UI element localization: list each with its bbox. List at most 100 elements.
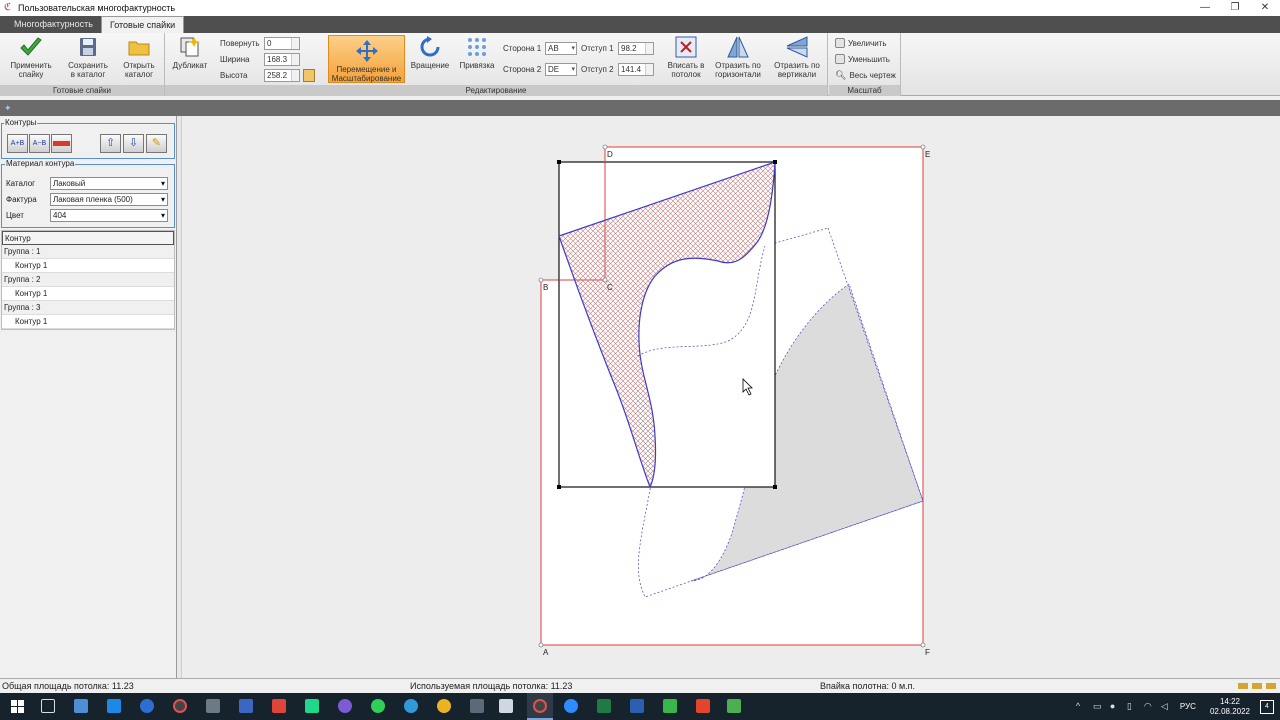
- notifications-button[interactable]: 4: [1260, 699, 1274, 714]
- snap-button[interactable]: Привязка: [455, 35, 499, 70]
- vertex-d[interactable]: [602, 144, 608, 150]
- whatsapp-icon[interactable]: [371, 699, 385, 713]
- apply-join-button[interactable]: Применить спайку: [6, 35, 56, 79]
- side2-select[interactable]: DE: [545, 63, 577, 76]
- tab-multitexture[interactable]: Многофактурность: [6, 16, 101, 33]
- task-view-icon[interactable]: [41, 699, 55, 713]
- width-input[interactable]: 168.3: [264, 53, 300, 66]
- tray-chevron-icon[interactable]: ^: [1076, 702, 1085, 711]
- color-label: Цвет: [6, 211, 24, 220]
- active-ceiling-app-icon[interactable]: [533, 699, 547, 713]
- maps-icon[interactable]: [140, 699, 154, 713]
- app-feather-icon[interactable]: [74, 699, 88, 713]
- flip-horizontal-button[interactable]: Отразить по горизонтали: [711, 35, 765, 79]
- handle-bottom-left[interactable]: [557, 485, 561, 489]
- teamviewer-icon[interactable]: [564, 699, 578, 713]
- subtract-button[interactable]: A−B: [29, 134, 50, 153]
- side2-field: Сторона 2 DE: [503, 63, 577, 76]
- side1-select[interactable]: AB: [545, 42, 577, 55]
- word-icon[interactable]: [630, 699, 644, 713]
- vertex-f[interactable]: [920, 642, 926, 648]
- clock[interactable]: 14:22 02.08.2022: [1210, 697, 1250, 717]
- drawing-canvas[interactable]: A B C D E F: [183, 116, 1280, 678]
- open-label-1: Открыть: [123, 61, 155, 70]
- tray-display-icon[interactable]: ▯: [1127, 702, 1136, 711]
- rotate-input[interactable]: 0: [264, 37, 300, 50]
- union-button[interactable]: A+B: [7, 134, 28, 153]
- status-icon-2[interactable]: [1252, 683, 1262, 689]
- app-blue-square-icon[interactable]: [107, 699, 121, 713]
- offset2-input[interactable]: 141.4: [618, 63, 654, 76]
- document-app-icon[interactable]: [239, 699, 253, 713]
- drawing-svg[interactable]: A B C D E F: [183, 116, 1280, 678]
- tray-mic-icon[interactable]: ●: [1110, 702, 1119, 711]
- fit-to-ceiling-button[interactable]: Вписать в потолок: [664, 35, 708, 79]
- tools-icon[interactable]: [470, 699, 484, 713]
- duplicate-button[interactable]: Дубликат: [169, 35, 211, 70]
- maximize-button[interactable]: ❐: [1220, 0, 1250, 16]
- zoom-in-button[interactable]: Увеличить: [835, 38, 887, 48]
- move-scale-button[interactable]: Перемещение и Масштабирование: [328, 35, 405, 83]
- tree-contour-3[interactable]: Контур 1: [2, 315, 174, 329]
- tree-group-3[interactable]: Группа : 3: [2, 301, 174, 315]
- group-caption-edit: Редактирование: [165, 85, 827, 96]
- red-app-icon[interactable]: [696, 699, 710, 713]
- pycharm-icon[interactable]: [305, 699, 319, 713]
- chrome-icon[interactable]: [437, 699, 451, 713]
- tree-group-1[interactable]: Группа : 1: [2, 245, 174, 259]
- handle-bottom-right[interactable]: [773, 485, 777, 489]
- excel-icon[interactable]: [597, 699, 611, 713]
- texture-select[interactable]: Лаковая пленка (500): [50, 193, 168, 206]
- pdf-app-icon[interactable]: [272, 699, 286, 713]
- lock-proportions-icon[interactable]: [303, 69, 315, 82]
- tray-wifi-icon[interactable]: ◠: [1144, 702, 1153, 711]
- flip-vertical-button[interactable]: Отразить по вертикали: [769, 35, 825, 79]
- calculator-icon[interactable]: [206, 699, 220, 713]
- tray-volume-icon[interactable]: ◁: [1161, 702, 1170, 711]
- zoom-all-button[interactable]: 🔍︎ Весь чертеж: [835, 70, 896, 81]
- status-icon-3[interactable]: [1266, 683, 1276, 689]
- move-up-button[interactable]: ⇧: [100, 134, 121, 153]
- handle-top-right[interactable]: [773, 160, 777, 164]
- telegram-icon[interactable]: [404, 699, 418, 713]
- close-button[interactable]: ✕: [1250, 0, 1280, 16]
- offset1-input[interactable]: 98.2: [618, 42, 654, 55]
- catalog-row: Каталог Лаковый: [6, 177, 168, 190]
- language-indicator[interactable]: РУС: [1180, 702, 1196, 711]
- green-app-icon[interactable]: [663, 699, 677, 713]
- clear-button[interactable]: ✎: [146, 134, 167, 153]
- app-ceiling-icon[interactable]: [173, 699, 187, 713]
- contour-tree: Контур Группа : 1 Контур 1 Группа : 2 Ко…: [1, 230, 175, 330]
- catalog-select[interactable]: Лаковый: [50, 177, 168, 190]
- tray-network-icon[interactable]: ▭: [1093, 702, 1102, 711]
- vertex-c[interactable]: [602, 277, 608, 283]
- cut-line-button[interactable]: [51, 134, 72, 153]
- vertex-label-f: F: [925, 648, 930, 657]
- sheet-app-icon[interactable]: [727, 699, 741, 713]
- move-down-button[interactable]: ⇩: [123, 134, 144, 153]
- open-catalog-button[interactable]: Открыть каталог: [116, 35, 162, 79]
- zoom-out-button[interactable]: Уменьшить: [835, 54, 890, 64]
- vertex-a[interactable]: [538, 642, 544, 648]
- vertex-b[interactable]: [538, 277, 544, 283]
- tree-contour-1[interactable]: Контур 1: [2, 259, 174, 273]
- vertex-e[interactable]: [920, 144, 926, 150]
- height-input[interactable]: 258.2: [264, 69, 300, 82]
- title-bar: ℭ Пользовательская многофактурность — ❐ …: [0, 0, 1280, 16]
- tree-group-2[interactable]: Группа : 2: [2, 273, 174, 287]
- windows-start-icon[interactable]: [11, 700, 24, 713]
- color-select[interactable]: 404: [50, 209, 168, 222]
- rotation-button[interactable]: Вращение: [408, 35, 452, 70]
- save-to-catalog-button[interactable]: Сохранить в каталог: [62, 35, 114, 79]
- file-explorer-icon[interactable]: [499, 699, 513, 713]
- tab-ready-joins[interactable]: Готовые спайки: [100, 16, 185, 33]
- panel-splitter[interactable]: [177, 116, 182, 678]
- minimize-button[interactable]: —: [1190, 0, 1220, 16]
- viber-icon[interactable]: [338, 699, 352, 713]
- quick-access-icon[interactable]: ✦: [4, 103, 14, 113]
- color-row: Цвет 404: [6, 209, 168, 222]
- side2-label: Сторона 2: [503, 65, 542, 74]
- tree-contour-2[interactable]: Контур 1: [2, 287, 174, 301]
- handle-top-left[interactable]: [557, 160, 561, 164]
- status-icon-1[interactable]: [1238, 683, 1248, 689]
